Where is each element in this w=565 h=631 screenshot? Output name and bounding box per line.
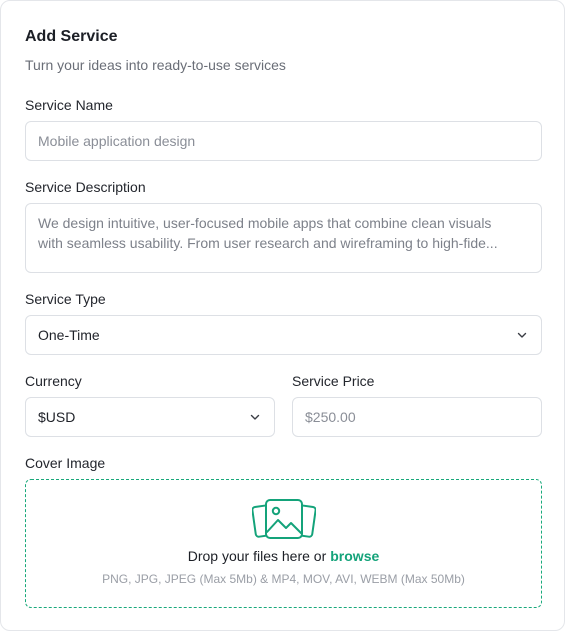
page-title: Add Service <box>25 28 118 45</box>
service-name-placeholder: Mobile application design <box>38 133 196 149</box>
chevron-down-icon <box>515 328 529 342</box>
page-subtitle: Turn your ideas into ready-to-use servic… <box>25 57 286 73</box>
images-icon <box>252 499 316 539</box>
dropzone-text-row: Drop your files here or browse <box>26 548 541 564</box>
service-description-label: Service Description <box>25 179 146 195</box>
service-name-label: Service Name <box>25 97 113 113</box>
description-line-2: with seamless usability. From user resea… <box>38 235 498 251</box>
service-type-label: Service Type <box>25 291 106 307</box>
cover-image-dropzone[interactable]: Drop your files here or browse PNG, JPG, … <box>25 479 542 608</box>
service-price-input[interactable]: $250.00 <box>292 397 542 437</box>
cover-image-label: Cover Image <box>25 455 106 471</box>
service-type-select[interactable]: One-Time <box>25 315 542 355</box>
add-service-card: Add Service Turn your ideas into ready-t… <box>0 0 565 631</box>
service-price-placeholder: $250.00 <box>305 409 356 425</box>
service-description-textarea[interactable]: We design intuitive, user-focused mobile… <box>25 203 542 273</box>
file-type-hint: PNG, JPG, JPEG (Max 5Mb) & MP4, MOV, AVI… <box>102 572 465 586</box>
drop-files-text: Drop your files here or <box>187 548 327 564</box>
browse-link[interactable]: browse <box>330 548 379 564</box>
service-type-value: One-Time <box>38 327 100 343</box>
service-name-input[interactable]: Mobile application design <box>25 121 542 161</box>
currency-value: $USD <box>38 409 76 425</box>
currency-select[interactable]: $USD <box>25 397 275 437</box>
description-line-1: We design intuitive, user-focused mobile… <box>38 215 492 231</box>
service-price-label: Service Price <box>292 373 375 389</box>
chevron-down-icon <box>248 410 262 424</box>
currency-label: Currency <box>25 373 82 389</box>
